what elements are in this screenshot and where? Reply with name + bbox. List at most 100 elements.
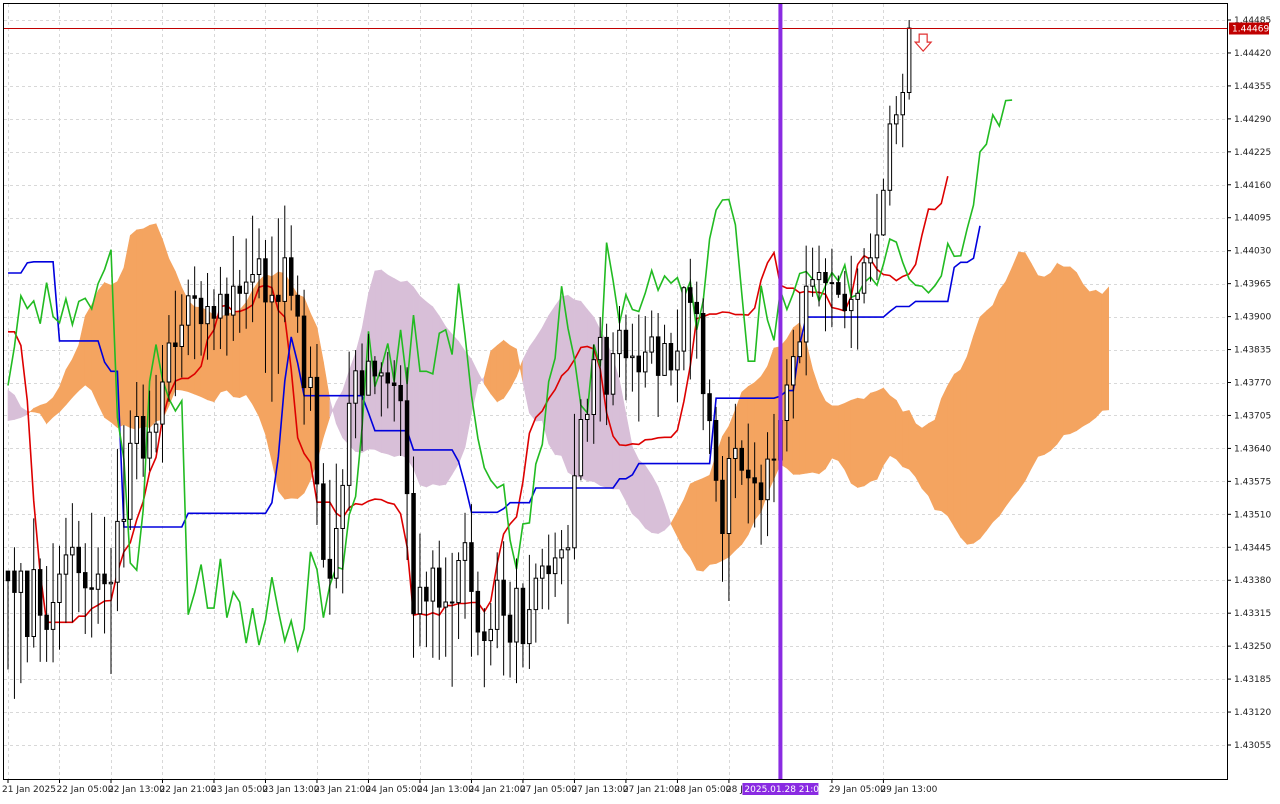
candle-body-bullish [494, 579, 500, 630]
candle-body-bullish [533, 577, 539, 611]
candle-body-bearish [842, 293, 847, 311]
time-tick-label: 28 Jan 05:00 [674, 785, 731, 795]
candle-body-bearish [501, 579, 506, 616]
time-tick-label: 23 Jan 05:00 [211, 785, 268, 795]
candle-body-bullish [849, 298, 854, 312]
cloud-segment-bearish [541, 315, 549, 444]
candle-body-bullish [334, 528, 339, 579]
candle-body-bullish [578, 419, 584, 477]
candle-body-bullish [803, 285, 809, 343]
candle-body-bullish [816, 272, 822, 281]
price-tick-label: 1.43185 [1234, 675, 1271, 685]
cloud-segment-bullish [239, 301, 247, 399]
cloud-segment-bullish [265, 274, 273, 462]
cloud-segment-bullish [870, 390, 878, 482]
time-tick-label: 29 Jan 13:00 [880, 785, 937, 795]
candle-body-bearish [604, 336, 609, 395]
candle-body-bearish [475, 590, 481, 633]
cloud-segment-bearish [458, 340, 466, 464]
candle-body-bullish [565, 547, 571, 551]
candle-body-bearish [359, 370, 365, 396]
candle-body-bullish [340, 484, 345, 529]
cloud-segment-bearish [632, 446, 640, 521]
cloud-segment-bullish [979, 310, 987, 540]
candle-body-bearish [411, 493, 416, 615]
cloud-segment-bullish [998, 280, 1007, 517]
candle-body-bullish [630, 355, 635, 359]
candle-body-bullish [269, 294, 275, 303]
cloud-segment-bearish [535, 326, 543, 422]
candle-body-bearish [76, 546, 81, 574]
cloud-segment-bullish [1069, 266, 1077, 435]
candle-body-bullish [681, 287, 687, 352]
cloud-segment-bullish [928, 419, 936, 510]
cloud-segment-bullish [503, 339, 511, 400]
candle-body-bullish [160, 381, 165, 425]
cloud-segment-bearish [567, 294, 575, 477]
candle-body-bullish [887, 123, 893, 191]
candle-body-bullish [527, 609, 532, 645]
time-tick-label: 24 Jan 21:00 [468, 785, 525, 795]
candle-body-bearish [449, 601, 455, 604]
candle-body-bearish [385, 372, 390, 384]
candle-body-bullish [868, 257, 873, 264]
candle-body-bearish [301, 315, 307, 389]
candle-body-bullish [282, 257, 287, 302]
candle-body-bullish [797, 341, 802, 358]
candle-body-bullish [791, 356, 796, 386]
cloud-segment-bullish [1063, 266, 1071, 436]
candle-body-bullish [250, 274, 255, 283]
cloud-segment-bullish [844, 399, 852, 484]
candle-body-bullish [121, 518, 127, 522]
cloud-segment-bullish [863, 392, 871, 487]
candle-body-bearish [44, 614, 49, 630]
candle-body-bearish [668, 343, 674, 371]
candle-body-bearish [688, 287, 693, 303]
time-tick-label: 24 Jan 05:00 [365, 785, 422, 795]
cloud-segment-bullish [1089, 289, 1097, 424]
chart-svg[interactable]: 1.444851.444201.443551.442901.442251.441… [0, 0, 1280, 800]
cloud-segment-bearish [419, 295, 427, 488]
candle-body-bullish [31, 569, 36, 637]
candle-body-bearish [437, 567, 442, 608]
candle-body-bullish [179, 324, 184, 348]
candle-body-bullish [346, 402, 352, 486]
crosshair-date-label: 2025.01.28 21:00 [744, 785, 825, 795]
candle-body-bearish [746, 469, 751, 479]
price-tick-label: 1.43640 [1234, 444, 1271, 454]
candle-body-bearish [37, 569, 43, 616]
cloud-segment-bullish [735, 392, 743, 552]
cloud-segment-bullish [915, 422, 923, 489]
candle-body-bearish [507, 614, 513, 643]
time-tick-label: 21 Jan 2025 [2, 785, 56, 795]
cloud-segment-bullish [490, 344, 498, 403]
cloud-segment-bullish [1056, 262, 1064, 445]
cloud-segment-bullish [149, 223, 157, 429]
candle-body-bearish [372, 360, 378, 377]
cloud-segment-bullish [696, 477, 704, 572]
price-tick-label: 1.43055 [1234, 741, 1271, 751]
candle-body-bearish [771, 458, 777, 461]
ichimoku-chart[interactable]: 1.44485 1.44420 1.44355 1.44290 1.44225 1.441… [0, 0, 1280, 800]
price-tick-label: 1.43835 [1234, 346, 1271, 356]
candle-body-bearish [83, 572, 88, 589]
candle-body-bearish [720, 479, 725, 534]
cloud-segment-bullish [850, 397, 858, 488]
cloud-segment-bullish [1011, 252, 1019, 499]
candle-body-bullish [900, 92, 905, 116]
cloud-segment-bearish [438, 315, 447, 486]
candle-body-bearish [12, 570, 17, 593]
cloud-segment-bullish [1082, 283, 1090, 427]
cloud-segment-bullish [284, 272, 292, 500]
candle-body-bearish [263, 258, 268, 303]
candle-body-bearish [636, 355, 641, 373]
candle-body-bearish [398, 385, 403, 402]
cloud-segment-bullish [947, 373, 955, 528]
candle-body-bullish [617, 329, 622, 355]
cloud-segment-bullish [953, 369, 961, 539]
candle-body-bullish [662, 343, 667, 376]
candle-body-bullish [462, 542, 468, 561]
price-tick-label: 1.43315 [1234, 609, 1271, 619]
cloud-segment-bullish [825, 400, 833, 470]
price-tick-label: 1.43705 [1234, 411, 1271, 421]
